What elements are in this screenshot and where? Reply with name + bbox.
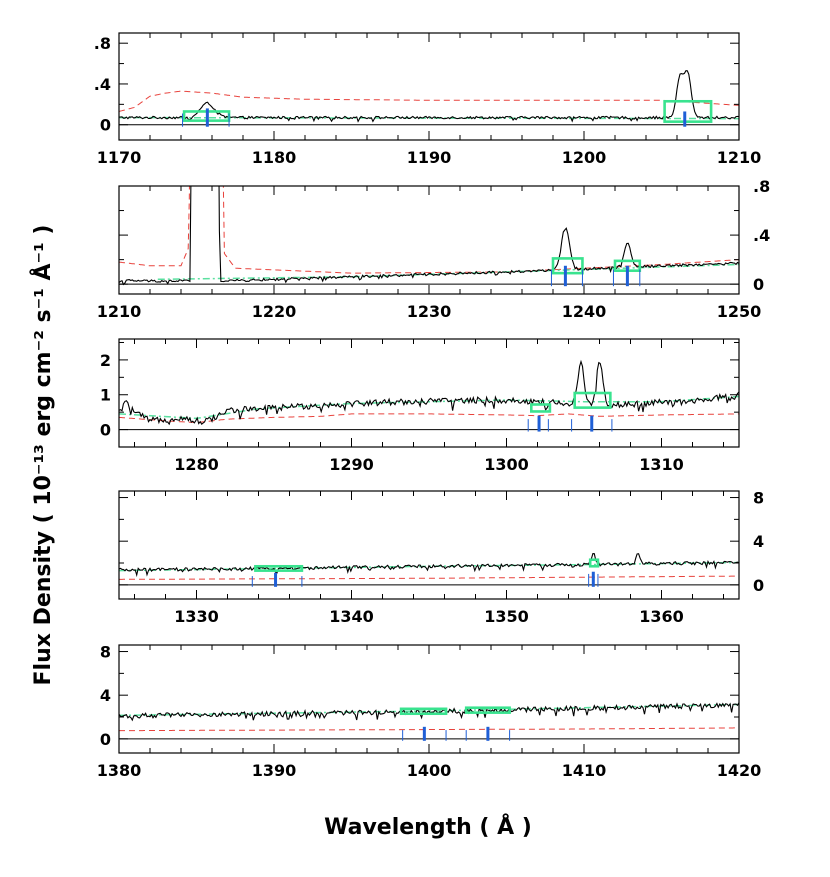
y-tick-label: 1 xyxy=(100,386,111,405)
error-spectrum xyxy=(119,727,739,732)
line-fit-box xyxy=(551,257,584,275)
x-tick-label: 1410 xyxy=(562,761,607,780)
y-axis-label: Flux Density ( 10⁻¹³ erg cm⁻² s⁻¹ Å⁻¹ ) xyxy=(30,225,56,686)
x-tick-label: 1340 xyxy=(329,607,374,626)
y-tick-label: 2 xyxy=(100,351,111,370)
x-tick-label: 1390 xyxy=(252,761,297,780)
line-fit-box xyxy=(588,558,600,568)
plot-area xyxy=(119,553,739,587)
panel-frame xyxy=(118,32,740,141)
y-tick-label: .4 xyxy=(753,226,770,245)
y-tick-label: 8 xyxy=(753,489,764,508)
x-tick-label: 1400 xyxy=(407,761,452,780)
y-tick-label: 4 xyxy=(100,686,111,705)
spectrum-panel-1: 1170 1180 1190 1200 1210 0 .4 .8 xyxy=(94,32,762,167)
spectrum-panel-4: 1330 1340 1350 1360 0 4 8 xyxy=(118,489,764,626)
x-tick-label: 1210 xyxy=(97,302,142,321)
x-tick-label: 1290 xyxy=(329,455,374,474)
spectrum-figure: 1170 1180 1190 1200 12100.4.81210 1220 1230 124… xyxy=(30,32,770,840)
panel-frame xyxy=(118,338,740,448)
x-tick-label: 1250 xyxy=(717,302,762,321)
y-tick-label: 0 xyxy=(100,730,111,749)
x-axis-label: Wavelength ( Å ) xyxy=(324,814,532,840)
x-tick-label: 1210 xyxy=(717,148,762,167)
x-tick-label: 1200 xyxy=(562,148,607,167)
y-tick-label: .8 xyxy=(753,177,770,196)
plot-area xyxy=(119,186,739,287)
x-tick-label: 1350 xyxy=(484,607,529,626)
y-tick-label: 0 xyxy=(753,275,764,294)
plot-area xyxy=(119,70,739,127)
error-spectrum xyxy=(119,90,739,112)
x-tick-label: 1360 xyxy=(639,607,684,626)
y-tick-label: .4 xyxy=(94,75,111,94)
x-tick-label: 1280 xyxy=(174,455,219,474)
error-spectrum xyxy=(119,575,739,580)
x-tick-label: 1180 xyxy=(252,148,297,167)
panel-frame xyxy=(118,185,740,295)
x-tick-label: 1190 xyxy=(407,148,452,167)
x-tick-label: 1170 xyxy=(97,148,142,167)
flux-spectrum xyxy=(119,702,739,722)
flux-spectrum xyxy=(119,359,739,426)
plot-area xyxy=(119,359,739,432)
x-tick-label: 1380 xyxy=(97,761,142,780)
y-tick-label: 0 xyxy=(100,116,111,135)
y-tick-label: 0 xyxy=(753,576,764,595)
flux-spectrum xyxy=(119,70,739,123)
plot-area xyxy=(119,702,739,741)
x-tick-label: 1220 xyxy=(252,302,297,321)
y-tick-label: 8 xyxy=(100,643,111,662)
x-tick-label: 1300 xyxy=(484,455,529,474)
flux-spectrum xyxy=(119,186,739,286)
panels: 1170 1180 1190 1200 12100.4.81210 1220 1230 124… xyxy=(94,32,770,780)
y-tick-label: 0 xyxy=(100,421,111,440)
spectrum-panel-5: 1380 1390 1400 1410 1420 0 4 8 xyxy=(97,643,762,780)
x-tick-label: 1230 xyxy=(407,302,452,321)
x-tick-label: 1420 xyxy=(717,761,762,780)
x-tick-label: 1240 xyxy=(562,302,607,321)
y-tick-label: .8 xyxy=(94,34,111,53)
panel-frame xyxy=(118,490,740,600)
panel-frame xyxy=(118,644,740,754)
x-tick-label: 1330 xyxy=(174,607,219,626)
spectrum-panel-3: 1280 1290 1300 1310 0 1 2 xyxy=(100,338,740,474)
x-tick-label: 1310 xyxy=(639,455,684,474)
y-tick-label: 4 xyxy=(753,532,764,551)
